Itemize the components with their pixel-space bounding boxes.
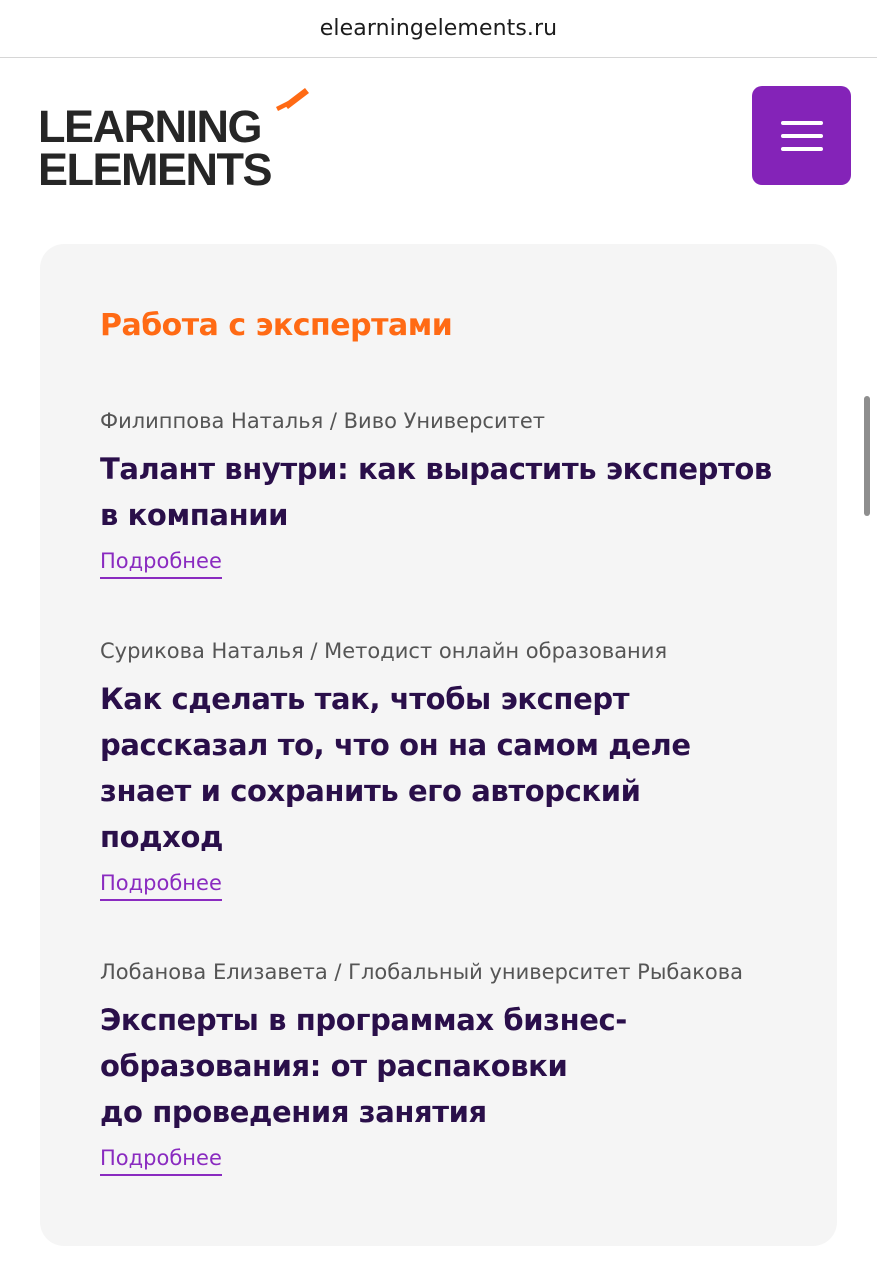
logo-text-line-1: LEARNING: [38, 101, 263, 152]
article-more-link[interactable]: Подробнее: [100, 1143, 222, 1176]
menu-button[interactable]: [752, 86, 851, 185]
site-header: LEARNING ELEMENTS: [0, 58, 877, 228]
article-title[interactable]: Эксперты в программах бизнес-образования…: [100, 997, 800, 1135]
article-title[interactable]: Талант внутри: как вырастить экспертов в …: [100, 446, 800, 538]
hamburger-icon: [780, 120, 823, 151]
page-scrollbar[interactable]: [864, 396, 870, 516]
article-more-link[interactable]: Подробнее: [100, 546, 222, 579]
site-logo[interactable]: LEARNING ELEMENTS: [38, 86, 318, 192]
logo-text-line-2: ELEMENTS: [38, 144, 273, 195]
article-item: Сурикова Наталья / Методист онлайн образ…: [100, 636, 800, 901]
article-item: Филиппова Наталья / Виво Университет Тал…: [100, 406, 800, 579]
logo-accent-icon: [276, 88, 309, 111]
article-author: Лобанова Елизавета / Глобальный универси…: [100, 960, 744, 984]
article-author: Филиппова Наталья / Виво Университет: [100, 409, 545, 433]
article-title[interactable]: Как сделать так, чтобы эксперт рассказал …: [100, 676, 800, 860]
article-item: Лобанова Елизавета / Глобальный универси…: [100, 957, 800, 1176]
article-more-link[interactable]: Подробнее: [100, 868, 222, 901]
article-author: Сурикова Наталья / Методист онлайн образ…: [100, 639, 668, 663]
url-text[interactable]: elearningelements.ru: [320, 16, 557, 41]
experts-section-card: Работа с экспертами Филиппова Наталья / …: [40, 244, 837, 1246]
browser-address-bar[interactable]: elearningelements.ru: [0, 0, 877, 58]
section-title: Работа с экспертами: [100, 308, 453, 343]
